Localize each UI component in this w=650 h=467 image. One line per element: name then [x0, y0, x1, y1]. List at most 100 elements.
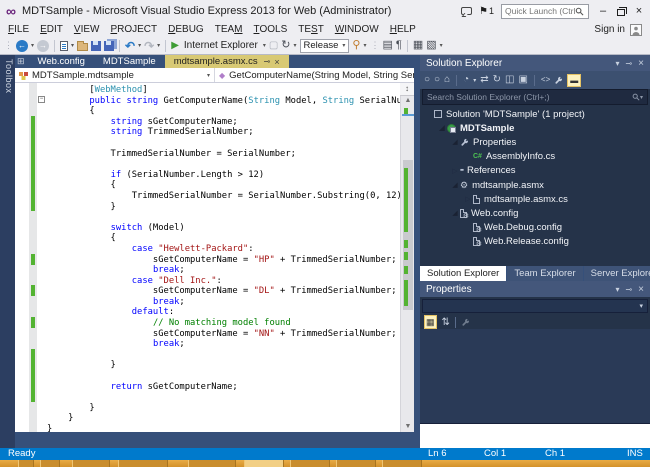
windows-taskbar[interactable] — [0, 460, 650, 467]
taskbar-button[interactable] — [72, 460, 110, 467]
quick-launch-box[interactable] — [501, 4, 589, 19]
panel-tab-server-explorer[interactable]: Server Explorer — [584, 266, 650, 281]
toolbar-icon-uncomment[interactable]: ▧ — [426, 40, 436, 51]
solution-explorer-title-bar[interactable]: Solution Explorer ▾ ⊸ × — [420, 55, 650, 71]
run-target-dropdown[interactable]: ▾ — [263, 42, 266, 49]
menu-view[interactable]: VIEW — [74, 24, 100, 35]
navigate-forward-icon[interactable]: → — [37, 40, 49, 52]
taskbar-button[interactable] — [188, 460, 236, 467]
se-switch-views-icon[interactable]: ⇄ — [480, 75, 488, 85]
redo-dropdown[interactable]: ▾ — [157, 42, 160, 49]
collapsed-arrow-icon[interactable]: ▷ — [463, 195, 473, 203]
close-panel-icon[interactable]: × — [638, 58, 644, 69]
outline-collapse-icon[interactable]: − — [38, 96, 45, 103]
attach-icon[interactable]: ▢ — [269, 40, 278, 51]
toolbar-grip-2[interactable]: ⋮ — [370, 40, 378, 51]
tree-item-properties[interactable]: ◢Properties — [420, 135, 650, 149]
se-view-code-icon[interactable]: <> — [541, 76, 550, 84]
properties-grid[interactable] — [420, 329, 650, 423]
document-tab-web-config[interactable]: Web.config — [29, 55, 94, 68]
menu-project[interactable]: PROJECT — [110, 24, 157, 35]
se-refresh-icon[interactable]: ↻ — [493, 75, 501, 85]
tab-close-icon[interactable]: × — [274, 57, 279, 67]
run-target-label[interactable]: Internet Explorer — [184, 40, 258, 51]
tree-item-web-debug-config[interactable]: ⚙Web.Debug.config — [420, 221, 650, 235]
type-dropdown-arrow[interactable]: ▾ — [207, 72, 210, 79]
document-tab-mdtsample-asmx-cs[interactable]: mdtsample.asmx.cs⊸× — [165, 55, 289, 68]
taskbar-button-active[interactable] — [244, 460, 284, 467]
new-file-dropdown[interactable]: ▾ — [71, 42, 74, 49]
start-debugging-icon[interactable]: ▶ — [171, 40, 179, 51]
se-preview-selected-icon[interactable]: ▬ — [567, 74, 581, 87]
toolbox-tab[interactable]: Toolbox — [1, 59, 14, 94]
pin-icon[interactable]: ⊸ — [625, 285, 632, 294]
se-properties-icon[interactable] — [554, 76, 563, 85]
minimize-button[interactable]: – — [596, 4, 610, 18]
se-pending-dropdown[interactable]: ▾ — [473, 77, 476, 84]
toolbar-grip[interactable]: ⋮ — [4, 40, 12, 51]
toolbar-icon-whitespace[interactable]: ¶ — [396, 40, 402, 51]
new-file-icon[interactable] — [60, 41, 68, 51]
taskbar-button[interactable] — [290, 460, 330, 467]
toolbar-icon-comment[interactable]: ▦ — [413, 40, 423, 51]
toolbar-overflow-dropdown-2[interactable]: ▾ — [440, 42, 443, 49]
navigate-back-icon[interactable]: ← — [16, 40, 28, 52]
menu-file[interactable]: FILE — [8, 24, 29, 35]
se-home-icon[interactable]: ⌂ — [444, 75, 450, 85]
member-dropdown[interactable]: ◆ GetComputerName(String Model, String S… — [214, 68, 414, 82]
property-pages-icon[interactable] — [461, 318, 470, 327]
menu-tools[interactable]: TOOLS — [254, 24, 288, 35]
pin-icon[interactable]: ⊸ — [625, 59, 632, 68]
expanded-arrow-icon[interactable]: ◢ — [450, 209, 460, 217]
document-well-icon[interactable]: ⊞ — [17, 55, 25, 68]
se-pending-changes-icon[interactable]: ◔ — [463, 75, 469, 85]
refresh-icon[interactable]: ↻ — [281, 40, 290, 51]
taskbar-button[interactable] — [118, 460, 168, 467]
collapsed-arrow-icon[interactable]: ▷ — [450, 167, 460, 175]
restore-button[interactable] — [617, 9, 625, 16]
solution-search-box[interactable]: Search Solution Explorer (Ctrl+;) ▾ — [422, 89, 648, 105]
taskbar-button[interactable] — [18, 460, 34, 467]
close-button[interactable]: × — [632, 4, 646, 18]
se-sync-icon[interactable]: ◫ — [505, 75, 514, 85]
close-panel-icon[interactable]: × — [638, 284, 644, 295]
tree-item-assemblyinfo-cs[interactable]: C#AssemblyInfo.cs — [420, 150, 650, 164]
properties-object-combo[interactable]: ▾ — [422, 299, 648, 313]
panel-tab-team-explorer[interactable]: Team Explorer — [507, 266, 582, 281]
feedback-icon[interactable] — [461, 7, 472, 15]
tree-item-mdtsample-asmx[interactable]: ◢⚙mdtsample.asmx — [420, 178, 650, 192]
configuration-combo[interactable]: Release▾ — [300, 39, 350, 53]
taskbar-button[interactable] — [40, 460, 60, 467]
menu-test[interactable]: TEST — [298, 24, 324, 35]
redo-icon[interactable]: ↷ — [144, 40, 154, 52]
navigate-back-dropdown[interactable]: ▾ — [31, 42, 34, 49]
save-icon[interactable] — [91, 41, 101, 51]
se-back-icon[interactable]: ○ — [424, 75, 430, 85]
sort-alphabetical-icon[interactable]: ⇅ — [442, 317, 450, 328]
sign-in-avatar-icon[interactable] — [630, 24, 642, 36]
taskbar-button[interactable] — [336, 460, 376, 467]
menu-team[interactable]: TEAM — [215, 24, 243, 35]
code-editor[interactable]: − [WebMethod] public string GetComputerN… — [15, 83, 414, 432]
code-text[interactable]: [WebMethod] public string GetComputerNam… — [47, 85, 400, 432]
menu-help[interactable]: HELP — [390, 24, 416, 35]
tree-item-references[interactable]: ▷▪▪References — [420, 164, 650, 178]
refresh-dropdown[interactable]: ▾ — [294, 42, 297, 49]
sign-in-link[interactable]: Sign in — [594, 24, 625, 35]
document-tab-mdtsample[interactable]: MDTSample — [94, 55, 165, 68]
expanded-arrow-icon[interactable]: ◢ — [450, 181, 460, 189]
menu-edit[interactable]: EDIT — [40, 24, 63, 35]
expanded-arrow-icon[interactable]: ◢ — [437, 124, 447, 132]
save-all-icon[interactable] — [104, 41, 114, 51]
panel-tab-solution-explorer[interactable]: Solution Explorer — [420, 266, 506, 281]
toolbar-overflow-dropdown[interactable]: ▾ — [363, 42, 366, 49]
properties-title-bar[interactable]: Properties ▾ ⊸ × — [420, 281, 650, 297]
window-options-icon[interactable]: ▾ — [615, 285, 619, 294]
window-options-icon[interactable]: ▾ — [615, 59, 619, 68]
se-forward-icon[interactable]: ○ — [434, 75, 440, 85]
tree-item-mdtsample-asmx-cs[interactable]: ▷mdtsample.asmx.cs — [420, 192, 650, 206]
type-dropdown[interactable]: MDTSample.mdtsample ▾ — [15, 68, 214, 82]
taskbar-button[interactable] — [382, 460, 422, 467]
find-icon[interactable]: ⚲ — [352, 40, 360, 51]
undo-icon[interactable]: ↶ — [125, 40, 135, 52]
